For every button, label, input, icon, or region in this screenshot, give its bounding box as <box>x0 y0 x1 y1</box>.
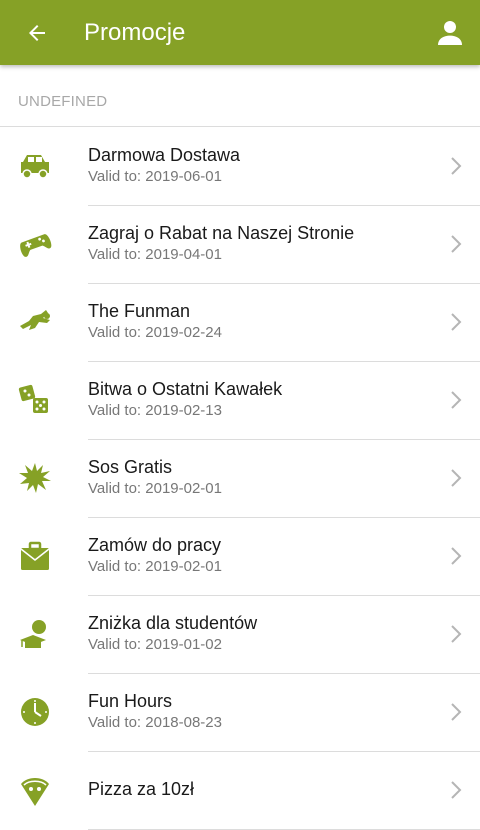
promo-row-sos-gratis[interactable]: Sos Gratis Valid to: 2019-02-01 <box>0 439 480 518</box>
section-header: UNDEFINED <box>0 65 480 127</box>
user-icon[interactable] <box>434 17 466 49</box>
chevron-right-icon <box>451 702 462 721</box>
promo-name: Fun Hours <box>88 691 173 711</box>
promo-name: Sos Gratis <box>88 457 173 477</box>
splash-icon <box>19 463 51 493</box>
promo-row-darmowa-dostawa[interactable]: Darmowa Dostawa Valid to: 2019-06-01 <box>0 127 480 206</box>
chevron-right-icon <box>451 390 462 409</box>
briefcase-icon <box>20 541 50 570</box>
clock-icon <box>21 698 49 726</box>
promo-list: Darmowa Dostawa Valid to: 2019-06-01 Zag… <box>0 127 480 830</box>
promo-row-fun-hours[interactable]: Fun Hours Valid to: 2018-08-23 <box>0 673 480 752</box>
promo-valid-date: Valid to: 2019-02-01 <box>88 558 222 575</box>
promo-name: Darmowa Dostawa <box>88 145 241 165</box>
car-icon <box>21 155 49 179</box>
promo-row-bitwa-o-ostatni-kawalek[interactable]: Bitwa o Ostatni Kawałek Valid to: 2019-0… <box>0 361 480 440</box>
dice-icon <box>18 384 48 413</box>
chevron-right-icon <box>451 468 462 487</box>
promo-row-zagraj-o-rabat[interactable]: Zagraj o Rabat na Naszej Stronie Valid t… <box>0 205 480 284</box>
chevron-right-icon <box>451 780 462 799</box>
app-bar: Promocje <box>0 0 480 65</box>
promo-row-pizza-za-10zl[interactable]: Pizza za 10zł <box>0 751 480 830</box>
promo-row-the-funman[interactable]: The Funman Valid to: 2019-02-24 <box>0 283 480 362</box>
promo-row-zamow-do-pracy[interactable]: Zamów do pracy Valid to: 2019-02-01 <box>0 517 480 596</box>
gamepad-icon <box>20 234 52 257</box>
promo-valid-date: Valid to: 2018-08-23 <box>88 714 222 731</box>
chevron-right-icon <box>451 234 462 253</box>
promo-name: Zamów do pracy <box>88 535 222 555</box>
promo-name: Zagraj o Rabat na Naszej Stronie <box>88 223 355 243</box>
chevron-right-icon <box>451 312 462 331</box>
chevron-right-icon <box>451 624 462 643</box>
promo-name: Zniżka dla studentów <box>88 613 258 633</box>
promo-valid-date: Valid to: 2019-04-01 <box>88 246 222 263</box>
chevron-right-icon <box>451 546 462 565</box>
page-title: Promocje <box>84 18 186 46</box>
promo-valid-date: Valid to: 2019-02-24 <box>88 324 222 341</box>
promo-valid-date: Valid to: 2019-06-01 <box>88 168 222 185</box>
chevron-right-icon <box>451 156 462 175</box>
promo-name: Pizza za 10zł <box>88 779 195 799</box>
pizza-icon <box>21 778 49 806</box>
promo-name: Bitwa o Ostatni Kawałek <box>88 379 283 399</box>
promo-valid-date: Valid to: 2019-01-02 <box>88 636 222 653</box>
promo-name: The Funman <box>88 301 191 321</box>
arrow-left-icon <box>29 24 45 41</box>
promo-valid-date: Valid to: 2019-02-01 <box>88 480 222 497</box>
back-button[interactable] <box>0 0 74 65</box>
promo-row-znizka-dla-studentow[interactable]: Zniżka dla studentów Valid to: 2019-01-0… <box>0 595 480 674</box>
flying-hero-icon <box>20 310 50 330</box>
student-cap-icon <box>20 620 46 648</box>
promo-valid-date: Valid to: 2019-02-13 <box>88 402 222 419</box>
